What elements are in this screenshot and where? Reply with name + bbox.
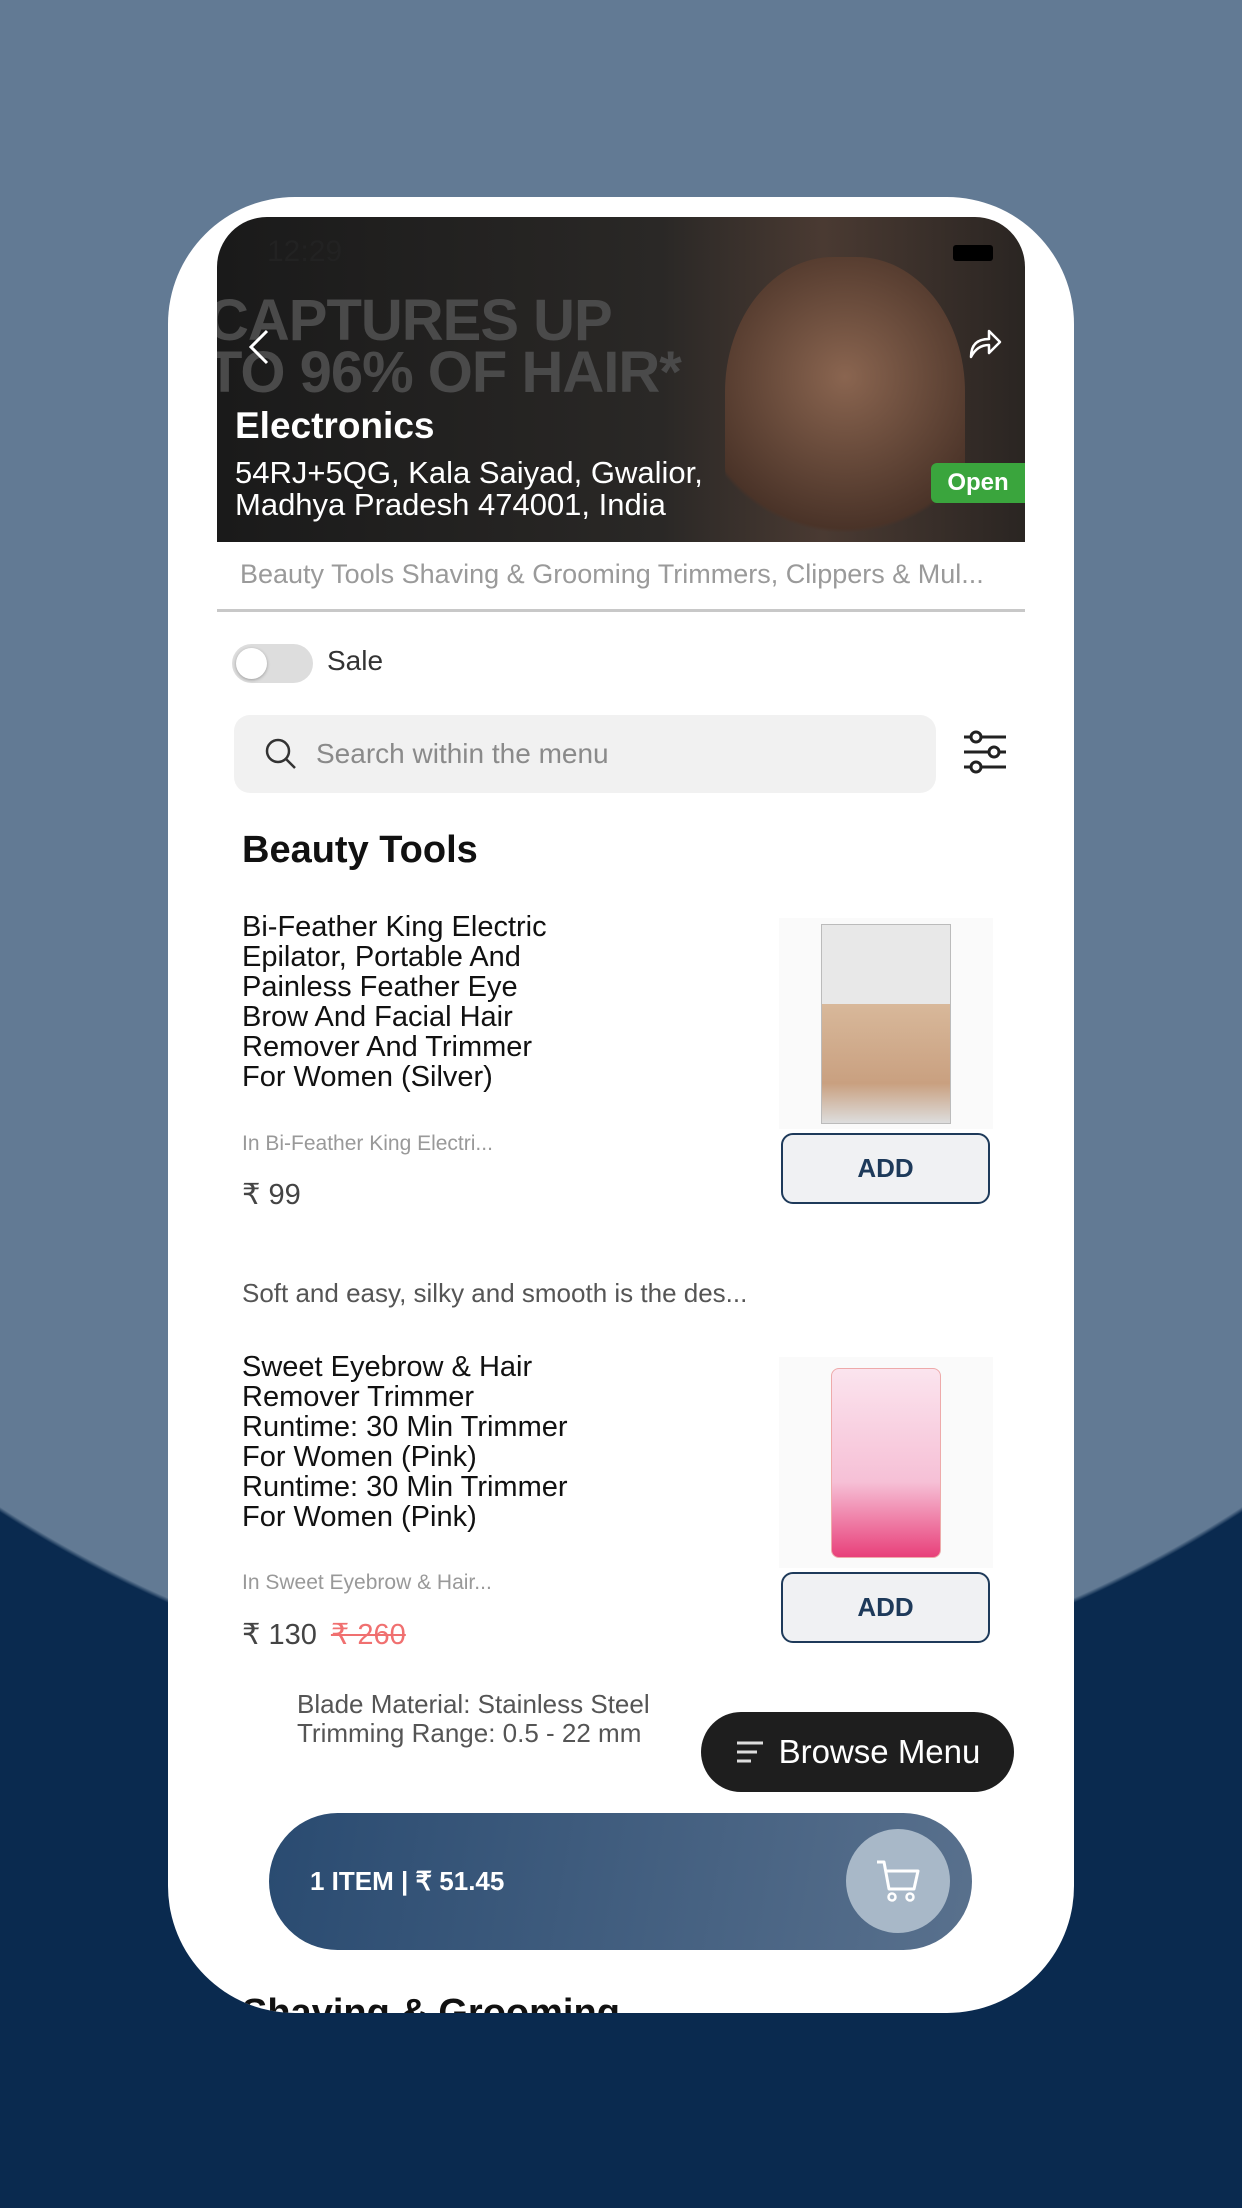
add-button[interactable]: ADD: [781, 1133, 990, 1204]
description-line: Trimming Range: 0.5 - 22 mm: [297, 1718, 642, 1748]
open-status-badge: Open: [931, 463, 1025, 503]
cart-button[interactable]: [846, 1829, 950, 1933]
back-button[interactable]: [247, 327, 271, 376]
add-button[interactable]: ADD: [781, 1572, 990, 1643]
product-title[interactable]: Sweet Eyebrow & Hair Remover Trimmer Run…: [242, 1352, 582, 1532]
cart-bar[interactable]: 1 ITEM | ₹ 51.45: [269, 1813, 972, 1950]
share-button[interactable]: [967, 327, 1003, 366]
promo-line: TO 96% OF HAIR*: [217, 340, 682, 405]
product-description: Blade Material: Stainless Steel Trimming …: [297, 1690, 650, 1748]
product-image[interactable]: [779, 918, 993, 1129]
browse-menu-label: Browse Menu: [778, 1733, 981, 1770]
status-time: 12:29: [267, 235, 343, 268]
cart-icon: [877, 1860, 920, 1902]
search-input[interactable]: [316, 738, 876, 770]
banner-photo: [725, 257, 965, 542]
cart-summary: 1 ITEM | ₹ 51.45: [310, 1866, 505, 1896]
category-tabs[interactable]: Beauty Tools Shaving & Grooming Trimmers…: [240, 559, 1025, 590]
section-title: Shaving & Grooming: [242, 1992, 620, 2013]
product-price: ₹ 99: [242, 1179, 301, 1211]
product-title[interactable]: Bi-Feather King Electric Epilator, Porta…: [242, 912, 582, 1092]
product-subtitle: In Bi-Feather King Electri...: [242, 1132, 493, 1155]
menu-icon: [736, 1741, 763, 1763]
search-icon: [265, 738, 296, 769]
sale-toggle[interactable]: [232, 644, 313, 683]
section-title: Beauty Tools: [242, 829, 478, 871]
filter-icon[interactable]: [962, 730, 1008, 774]
sale-price: ₹ 130: [242, 1619, 317, 1651]
product-description: Soft and easy, silky and smooth is the d…: [242, 1278, 748, 1308]
store-banner: CAPTURES UP TO 96% OF HAIR* 12:29 Electro…: [217, 217, 1025, 542]
description-line: Blade Material: Stainless Steel: [297, 1689, 650, 1719]
product-price: ₹ 130 ₹ 260: [242, 1617, 406, 1652]
original-price: ₹ 260: [330, 1619, 406, 1651]
sale-label: Sale: [327, 645, 384, 676]
browse-menu-button[interactable]: Browse Menu: [701, 1712, 1014, 1792]
store-address: 54RJ+5QG, Kala Saiyad, Gwalior, Madhya Pr…: [235, 457, 703, 521]
search-box[interactable]: [234, 715, 936, 793]
divider: [217, 609, 1025, 612]
address-line: Madhya Pradesh 474001, India: [235, 487, 666, 522]
banner-promo-text: CAPTURES UP TO 96% OF HAIR*: [217, 292, 682, 405]
address-line: 54RJ+5QG, Kala Saiyad, Gwalior,: [235, 455, 703, 490]
product-subtitle: In Sweet Eyebrow & Hair...: [242, 1571, 492, 1594]
battery-icon: [953, 245, 993, 261]
phone-frame: CAPTURES UP TO 96% OF HAIR* 12:29 Electro…: [168, 197, 1074, 2013]
store-name: Electronics: [235, 405, 435, 446]
product-image[interactable]: [779, 1357, 993, 1568]
